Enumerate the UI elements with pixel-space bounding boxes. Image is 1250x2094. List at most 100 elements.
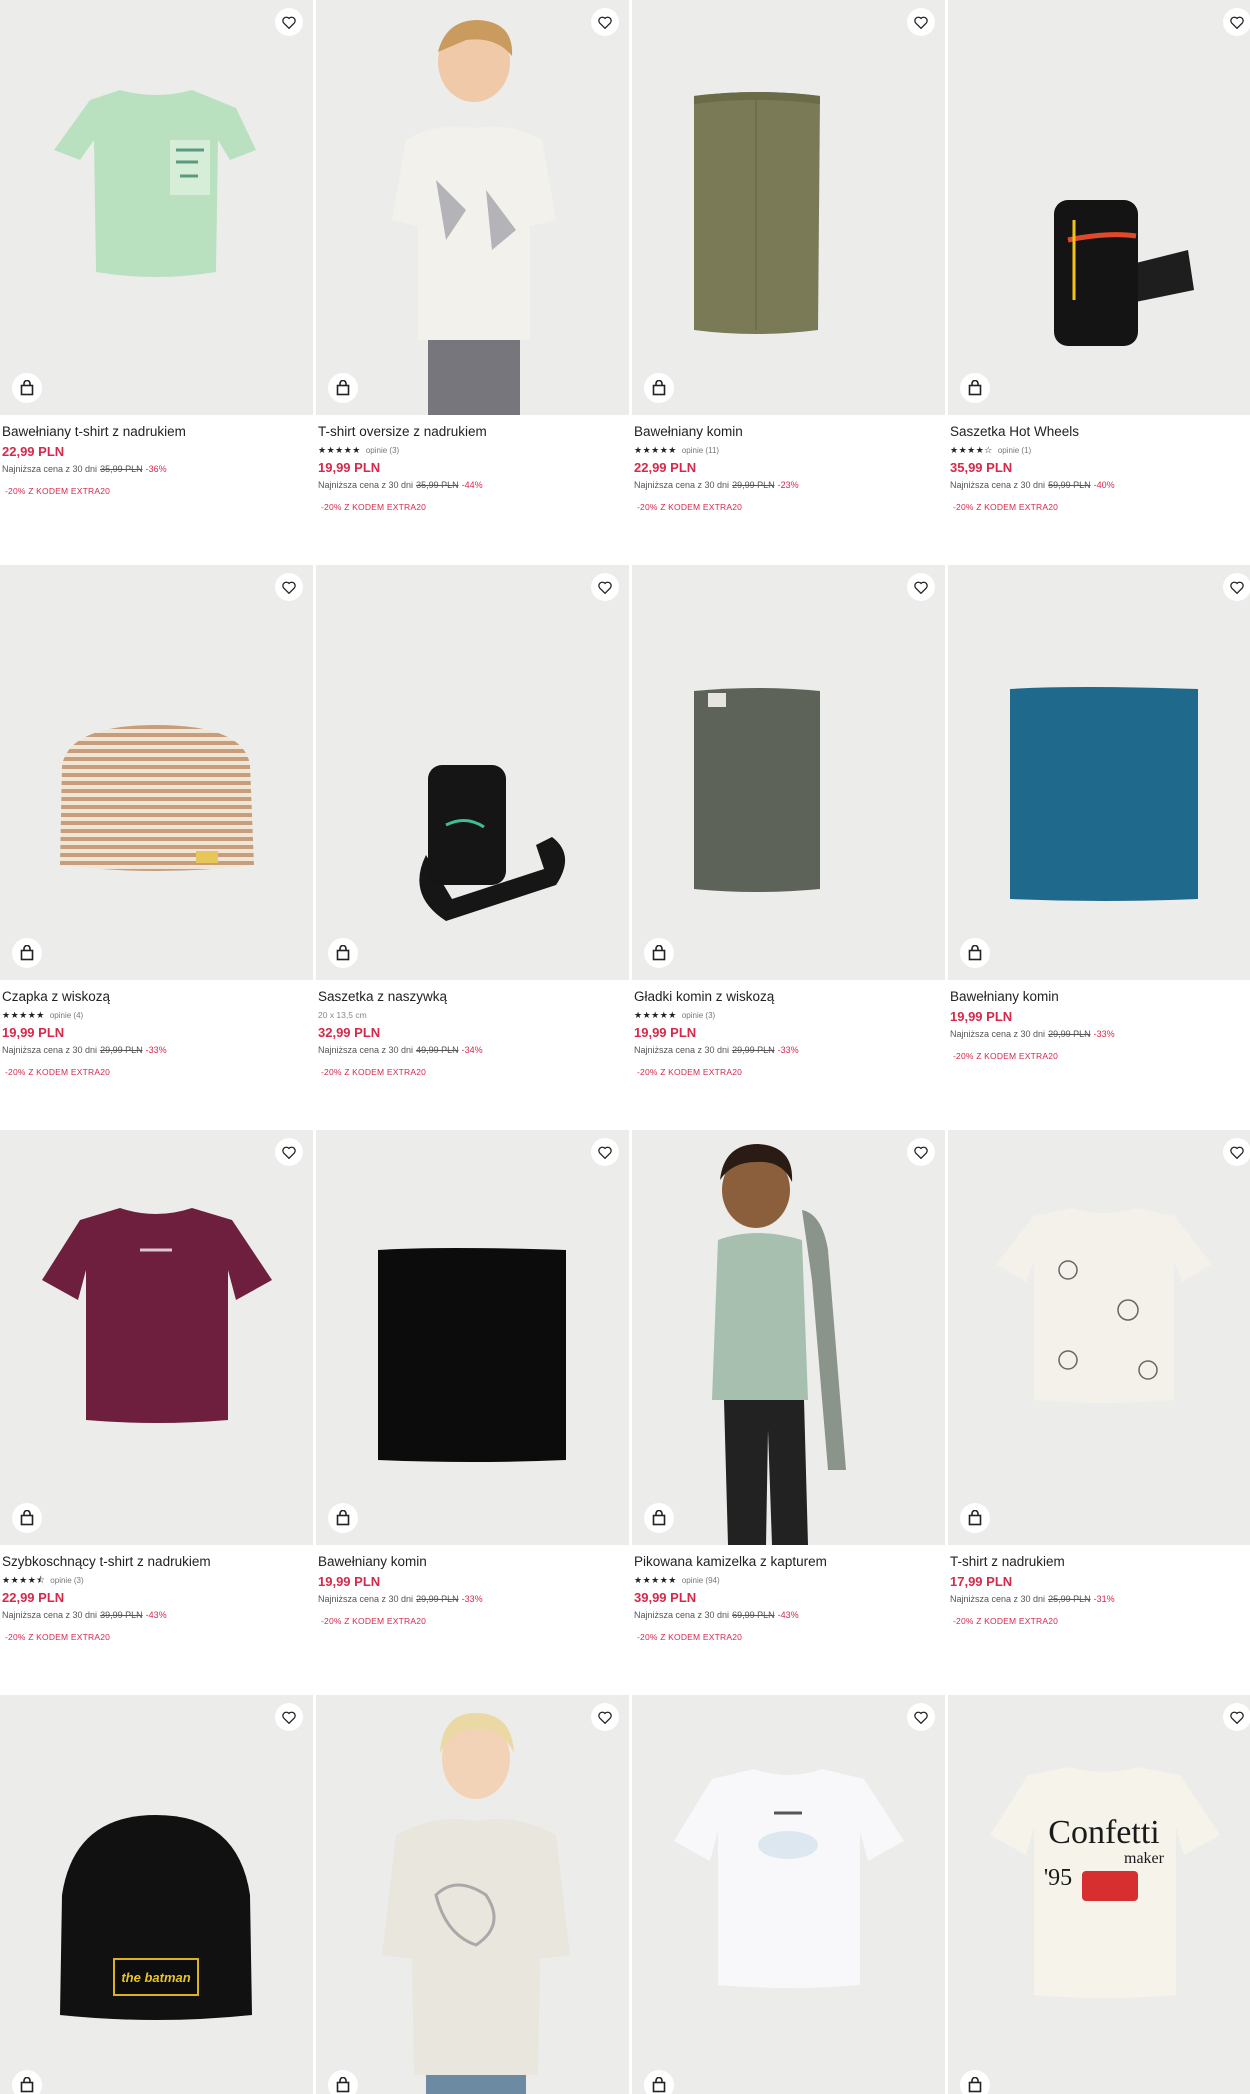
product-dimensions: 20 x 13,5 cm [318,1010,367,1020]
wishlist-heart-icon[interactable] [1223,1138,1250,1166]
wishlist-heart-icon[interactable] [275,1703,303,1731]
add-to-cart-bag-icon[interactable] [328,1503,358,1533]
wishlist-heart-icon[interactable] [591,573,619,601]
product-image[interactable] [948,565,1250,980]
product-card[interactable]: Szybkoschnący t-shirt z nadrukiem ★★★★⯪ o… [0,1130,313,1695]
wishlist-heart-icon[interactable] [907,1138,935,1166]
add-to-cart-bag-icon[interactable] [328,2070,358,2094]
product-name[interactable]: Bawełniany komin [950,988,1250,1006]
wishlist-heart-icon[interactable] [275,1138,303,1166]
add-to-cart-bag-icon[interactable] [644,938,674,968]
add-to-cart-bag-icon[interactable] [328,373,358,403]
rating-stars: ★★★★☆ [950,445,993,456]
product-card[interactable]: Saszetka z naszywką 20 x 13,5 cm 32,99 P… [316,565,629,1130]
product-image[interactable] [948,1130,1250,1545]
add-to-cart-bag-icon[interactable] [960,1503,990,1533]
product-name[interactable]: T-shirt z nadrukiem [950,1553,1250,1571]
wishlist-heart-icon[interactable] [591,1138,619,1166]
white-tshirt-illustration [674,1769,904,1988]
grey-neck-warmer-illustration [694,688,820,892]
product-card[interactable]: the batman [0,1695,313,2094]
lowest-price-info: Najniższa cena z 30 dni 29,99 PLN -33% [318,1594,483,1604]
product-card[interactable]: Confetti maker '95 [948,1695,1250,2094]
product-name[interactable]: Bawełniany t-shirt z nadrukiem [2,423,310,441]
product-name[interactable]: Szybkoschnący t-shirt z nadrukiem [2,1553,310,1571]
product-rating: ★★★★★ opinie (94) [634,1574,942,1587]
review-count[interactable]: opinie (3) [50,1576,83,1585]
review-count[interactable]: opinie (11) [682,446,719,455]
add-to-cart-bag-icon[interactable] [328,938,358,968]
add-to-cart-bag-icon[interactable] [644,2070,674,2094]
product-name[interactable]: Gładki komin z wiskozą [634,988,942,1006]
rating-stars: ★★★★★ [2,1010,45,1021]
review-count[interactable]: opinie (1) [998,446,1031,455]
add-to-cart-bag-icon[interactable] [960,373,990,403]
product-price: 35,99 PLN [950,460,1013,475]
product-image[interactable] [632,565,945,980]
product-card[interactable]: Gładki komin z wiskozą ★★★★★ opinie (3) 1… [632,565,945,1130]
product-info: Czapka z wiskozą ★★★★★ opinie (4) 19,99 P… [2,988,310,1078]
product-image[interactable] [948,0,1250,415]
wishlist-heart-icon[interactable] [1223,1703,1250,1731]
promo-code-label: -20% Z KODEM EXTRA20 [321,502,427,512]
review-count[interactable]: opinie (3) [682,1011,715,1020]
product-name[interactable]: Saszetka Hot Wheels [950,423,1250,441]
product-image[interactable] [316,1130,629,1545]
add-to-cart-bag-icon[interactable] [644,373,674,403]
wishlist-heart-icon[interactable] [907,8,935,36]
product-card[interactable]: Bawełniany komin 19,99 PLN Najniższa cen… [316,1130,629,1695]
add-to-cart-bag-icon[interactable] [12,373,42,403]
product-name[interactable]: T-shirt oversize z nadrukiem [318,423,626,441]
product-image[interactable] [0,565,313,980]
product-card[interactable]: T-shirt z nadrukiem 17,99 PLN Najniższa … [948,1130,1250,1695]
product-image[interactable] [316,565,629,980]
product-card[interactable]: Bawełniany komin ★★★★★ opinie (11) 22,99 … [632,0,945,565]
product-rating: ★★★★★ opinie (3) [634,1009,942,1022]
product-image[interactable]: Confetti maker '95 [948,1695,1250,2094]
add-to-cart-bag-icon[interactable] [960,938,990,968]
product-image[interactable] [316,1695,629,2094]
lowest-price-info: Najniższa cena z 30 dni 49,99 PLN -34% [318,1045,483,1055]
add-to-cart-bag-icon[interactable] [644,1503,674,1533]
product-image[interactable] [632,1130,945,1545]
wishlist-heart-icon[interactable] [591,8,619,36]
wishlist-heart-icon[interactable] [1223,8,1250,36]
product-image[interactable] [0,1130,313,1545]
product-name[interactable]: Czapka z wiskozą [2,988,310,1006]
add-to-cart-bag-icon[interactable] [12,2070,42,2094]
wishlist-heart-icon[interactable] [275,573,303,601]
product-card[interactable] [316,1695,629,2094]
product-price: 39,99 PLN [634,1590,697,1605]
product-name[interactable]: Pikowana kamizelka z kapturem [634,1553,942,1571]
add-to-cart-bag-icon[interactable] [12,1503,42,1533]
review-count[interactable]: opinie (3) [366,446,399,455]
product-name[interactable]: Bawełniany komin [634,423,942,441]
product-card[interactable]: T-shirt oversize z nadrukiem ★★★★★ opinie… [316,0,629,565]
product-card[interactable]: Saszetka Hot Wheels ★★★★☆ opinie (1) 35,9… [948,0,1250,565]
product-image[interactable] [316,0,629,415]
product-price: 22,99 PLN [2,444,65,459]
wishlist-heart-icon[interactable] [275,8,303,36]
product-price: 19,99 PLN [950,1009,1013,1024]
add-to-cart-bag-icon[interactable] [960,2070,990,2094]
wishlist-heart-icon[interactable] [1223,573,1250,601]
add-to-cart-bag-icon[interactable] [12,938,42,968]
review-count[interactable]: opinie (94) [682,1576,720,1585]
black-batman-beanie-illustration: the batman [60,1815,252,2020]
product-image[interactable] [632,1695,945,2094]
product-image[interactable]: the batman [0,1695,313,2094]
product-image[interactable] [0,0,313,415]
product-name[interactable]: Saszetka z naszywką [318,988,626,1006]
product-card[interactable]: Czapka z wiskozą ★★★★★ opinie (4) 19,99 P… [0,565,313,1130]
product-card[interactable]: Pikowana kamizelka z kapturem ★★★★★ opini… [632,1130,945,1695]
product-card[interactable]: Bawełniany komin 19,99 PLN Najniższa cen… [948,565,1250,1130]
wishlist-heart-icon[interactable] [591,1703,619,1731]
product-image[interactable] [632,0,945,415]
rating-stars: ★★★★★ [318,445,361,456]
product-card[interactable] [632,1695,945,2094]
review-count[interactable]: opinie (4) [50,1011,83,1020]
product-name[interactable]: Bawełniany komin [318,1553,626,1571]
wishlist-heart-icon[interactable] [907,573,935,601]
product-card[interactable]: Bawełniany t-shirt z nadrukiem 22,99 PLN… [0,0,313,565]
wishlist-heart-icon[interactable] [907,1703,935,1731]
